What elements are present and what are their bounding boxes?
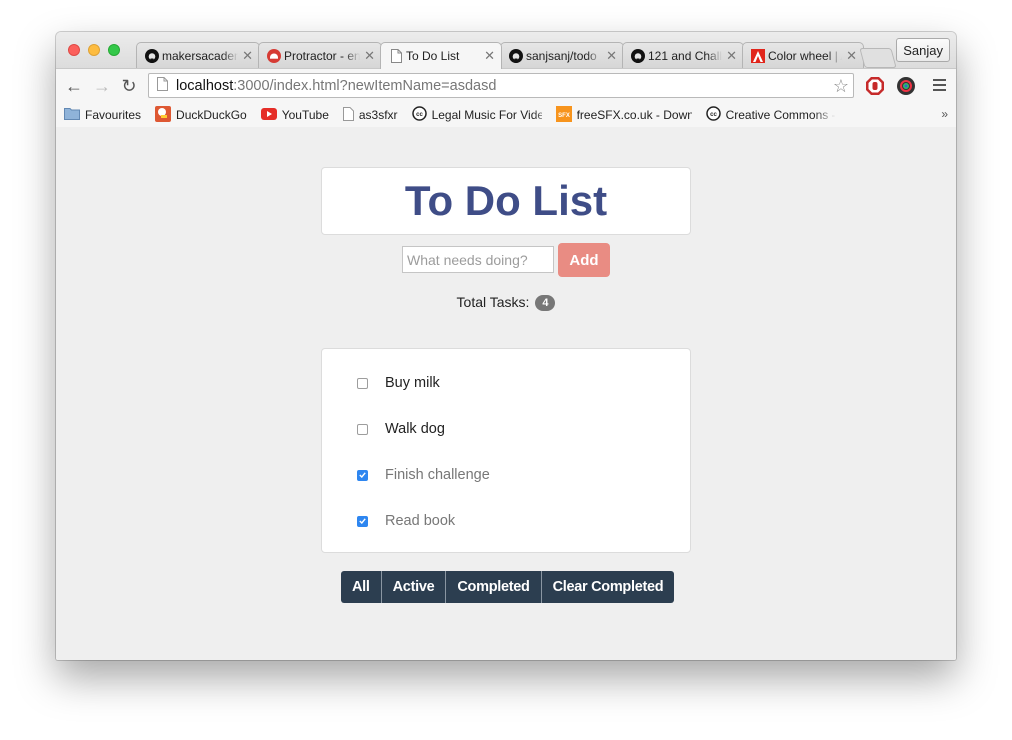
folder-icon	[64, 107, 80, 123]
total-tasks-badge: 4	[535, 295, 556, 311]
menu-icon[interactable]	[933, 79, 946, 94]
youtube-icon	[260, 107, 277, 123]
tab-makersacademy[interactable]: makersacademy ✕	[136, 42, 260, 68]
freesfx-icon: SFX	[555, 105, 572, 125]
checkmark-icon	[359, 472, 366, 478]
forward-arrow-icon[interactable]: →	[92, 76, 112, 96]
page-content: To Do List Add Total Tasks: 4 Buy milk W…	[56, 127, 956, 660]
url-path: :3000/index.html?newItemName=asdasd	[233, 77, 497, 94]
svg-text:cc: cc	[710, 112, 717, 118]
adblock-extension-icon[interactable]	[865, 76, 885, 96]
tab-121-and-challenge[interactable]: 121 and Challenge ✕	[622, 42, 744, 68]
task-checkbox-checked[interactable]	[357, 515, 368, 527]
new-tab-button[interactable]	[859, 48, 897, 68]
adobe-icon	[751, 48, 765, 63]
url-host: localhost	[176, 77, 234, 94]
clear-completed-button[interactable]: Clear Completed	[540, 571, 675, 603]
github-icon	[631, 48, 645, 63]
bookmark-freesfx[interactable]: SFX freeSFX.co.uk - Download	[555, 105, 692, 125]
title-card: To Do List	[321, 167, 691, 235]
tab-protractor[interactable]: Protractor - end ✕	[258, 42, 382, 68]
add-task-form: Add	[402, 243, 610, 277]
minimize-window-button[interactable]	[88, 44, 100, 56]
close-window-button[interactable]	[68, 44, 80, 56]
bookmark-duckduckgo[interactable]: DuckDuckGo	[155, 105, 247, 125]
task-checkbox[interactable]	[357, 377, 368, 389]
back-arrow-icon[interactable]: ←	[64, 76, 84, 96]
tab-to-do-list[interactable]: To Do List ✕	[380, 42, 502, 69]
task-item: Walk dog	[357, 421, 445, 437]
task-label: Buy milk	[385, 375, 440, 391]
document-icon	[342, 106, 354, 124]
close-tab-icon[interactable]: ✕	[364, 48, 375, 64]
new-task-input[interactable]	[402, 246, 554, 273]
address-bar[interactable]: localhost:3000/index.html?newItemName=as…	[148, 73, 854, 98]
filter-button-group: All Active Completed Clear Completed	[341, 571, 675, 603]
close-tab-icon[interactable]: ✕	[606, 48, 617, 64]
bookmarks-overflow-button[interactable]: »	[941, 107, 948, 121]
task-list: Buy milk Walk dog Finish challenge Read …	[321, 348, 691, 553]
browser-toolbar: ← → ↻ localhost:3000/index.html?newItemN…	[56, 68, 956, 103]
filter-completed-button[interactable]: Completed	[445, 571, 541, 603]
close-tab-icon[interactable]: ✕	[484, 48, 495, 64]
page-icon	[157, 76, 168, 95]
task-checkbox[interactable]	[357, 423, 368, 435]
bookmark-star-icon[interactable]: ☆	[833, 76, 849, 97]
total-tasks: Total Tasks: 4	[56, 294, 956, 311]
document-icon	[389, 49, 403, 63]
close-tab-icon[interactable]: ✕	[242, 48, 253, 64]
bookmark-as3sfxr[interactable]: as3sfxr	[342, 106, 398, 124]
github-icon	[509, 48, 523, 63]
bookmark-creative-commons[interactable]: cc Creative Commons -	[705, 106, 836, 124]
task-item: Buy milk	[357, 375, 440, 391]
zoom-window-button[interactable]	[108, 44, 120, 56]
reload-icon[interactable]: ↻	[119, 76, 139, 96]
add-button[interactable]: Add	[558, 243, 610, 277]
close-tab-icon[interactable]: ✕	[726, 48, 737, 64]
tab-color-wheel[interactable]: Color wheel | Adobe ✕	[742, 42, 864, 68]
bookmarks-bar: Favourites DuckDuckGo YouTube as3sfxr cc…	[56, 103, 956, 128]
bookmark-favourites[interactable]: Favourites	[64, 107, 141, 123]
creative-commons-icon: cc	[705, 106, 721, 124]
filter-active-button[interactable]: Active	[380, 571, 446, 603]
browser-window: makersacademy ✕ Protractor - end ✕ To Do…	[56, 32, 956, 660]
bookmark-legal-music[interactable]: cc Legal Music For Videos	[411, 106, 542, 124]
profile-button[interactable]: Sanjay	[896, 38, 950, 62]
color-picker-extension-icon[interactable]	[896, 76, 916, 96]
bookmark-youtube[interactable]: YouTube	[260, 107, 329, 123]
page-title: To Do List	[404, 177, 608, 224]
creative-commons-icon: cc	[411, 106, 427, 124]
task-label: Walk dog	[385, 421, 445, 437]
checkmark-icon	[359, 518, 366, 524]
protractor-icon	[267, 48, 281, 63]
total-tasks-label: Total Tasks:	[456, 294, 530, 310]
close-tab-icon[interactable]: ✕	[846, 48, 857, 64]
task-checkbox-checked[interactable]	[357, 469, 368, 481]
tab-sanjsanj-todo[interactable]: sanjsanj/todo ✕	[500, 42, 624, 68]
filter-all-button[interactable]: All	[341, 571, 381, 603]
github-icon	[145, 48, 159, 63]
task-label: Finish challenge	[385, 467, 490, 483]
svg-text:cc: cc	[416, 112, 423, 118]
svg-text:SFX: SFX	[558, 113, 570, 119]
duckduckgo-icon	[155, 105, 172, 125]
task-item: Read book	[357, 513, 455, 529]
tab-strip: makersacademy ✕ Protractor - end ✕ To Do…	[56, 32, 956, 69]
task-item: Finish challenge	[357, 467, 490, 483]
task-label: Read book	[385, 513, 456, 529]
